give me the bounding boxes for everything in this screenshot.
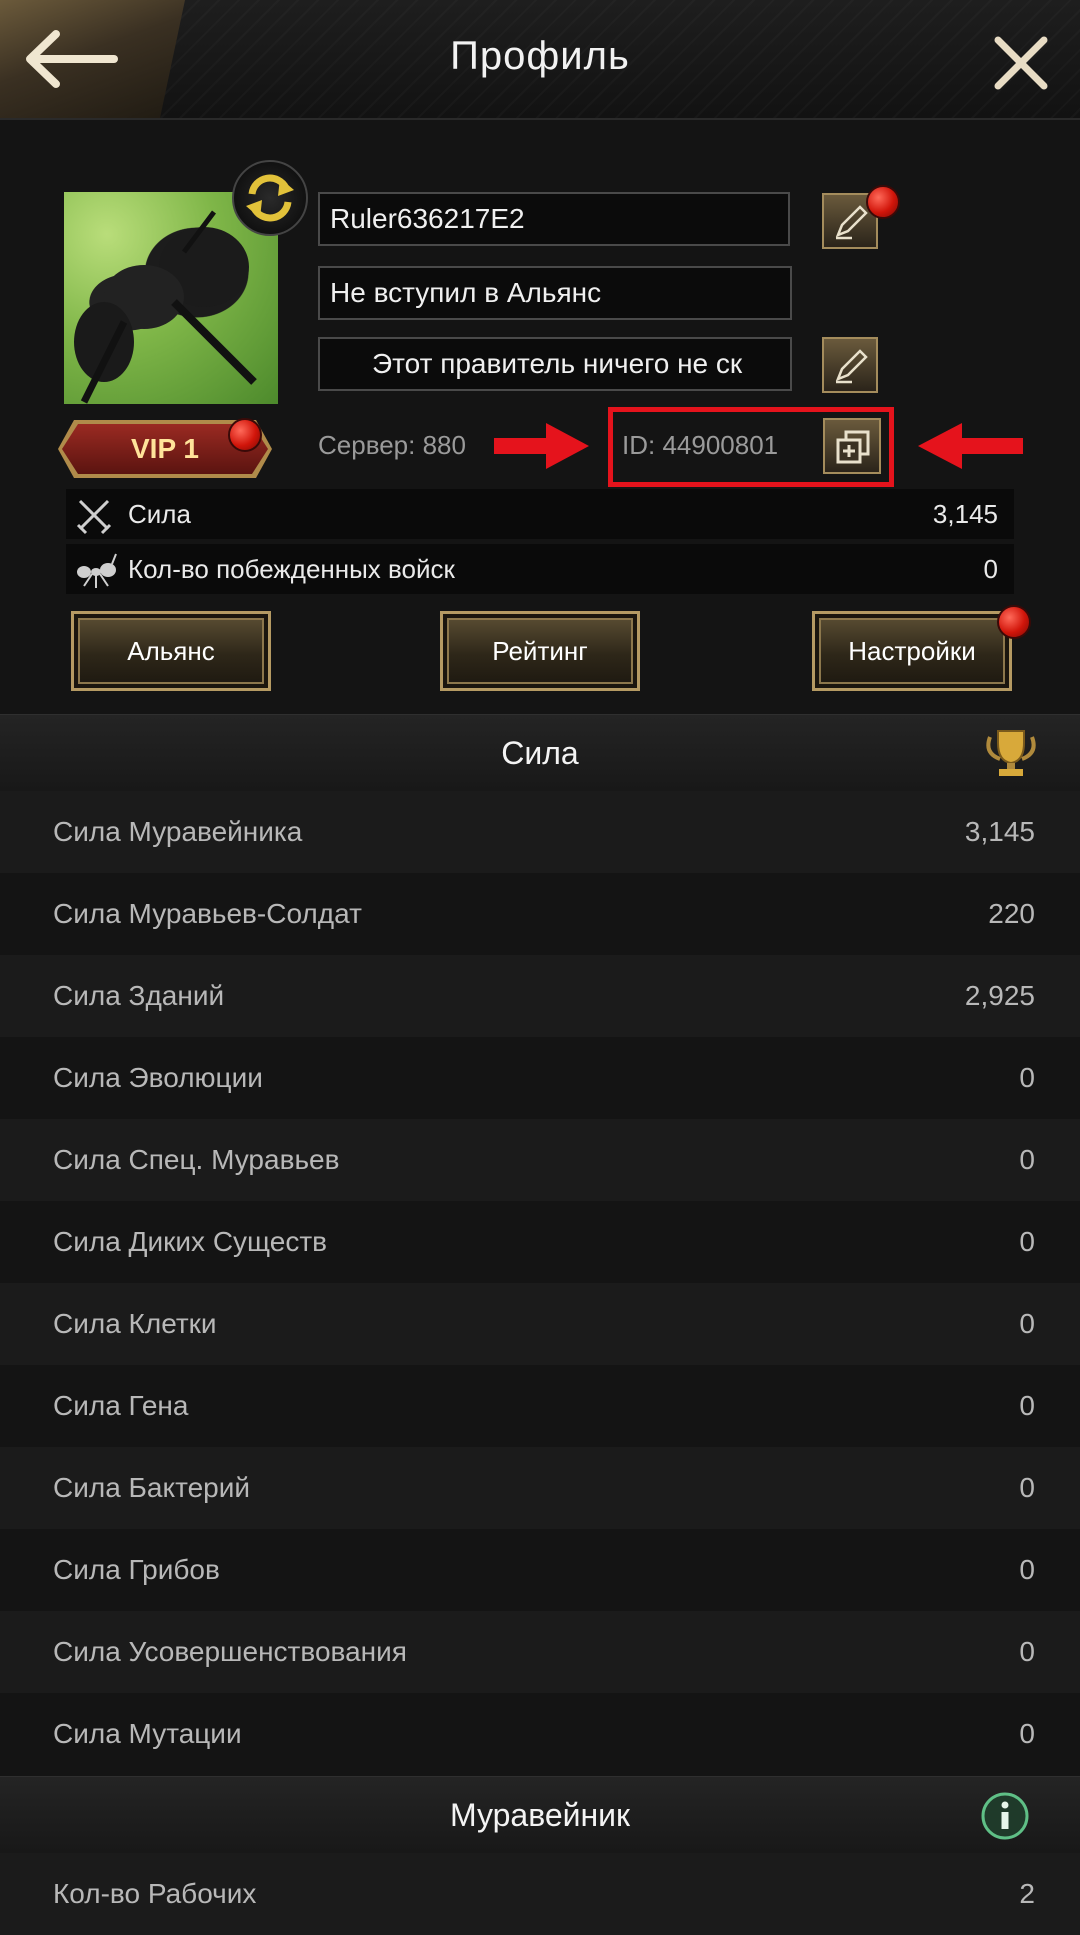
- section-title: Сила: [501, 735, 579, 771]
- row-value: 0: [1019, 1636, 1035, 1667]
- row-value: 0: [1019, 1062, 1035, 1093]
- row-label: Сила Диких Существ: [53, 1226, 328, 1257]
- anthill-section-header: Муравейник: [0, 1776, 1080, 1854]
- red-arrow-right-icon: [494, 423, 589, 469]
- row-value: 0: [1019, 1226, 1035, 1257]
- server-label: Сервер: 880: [318, 430, 466, 460]
- pen-icon: [835, 349, 868, 384]
- settings-button[interactable]: Настройки: [812, 611, 1012, 691]
- stat-value: 3,145: [932, 499, 998, 529]
- list-item: Сила Гена 0: [0, 1365, 1080, 1447]
- alliance-button[interactable]: Альянс: [71, 611, 271, 691]
- row-value: 0: [1019, 1144, 1035, 1175]
- row-label: Сила Усовершенствования: [53, 1636, 407, 1667]
- row-label: Сила Клетки: [53, 1308, 217, 1339]
- list-item: Сила Грибов 0: [0, 1529, 1080, 1611]
- crossed-swords-icon: [76, 499, 112, 535]
- copy-id-button[interactable]: [823, 418, 881, 474]
- row-value: 2,925: [964, 980, 1035, 1011]
- power-list: Сила Муравейника 3,145 Сила Муравьев-Солд…: [0, 791, 1080, 1775]
- list-item: Сила Усовершенствования 0: [0, 1611, 1080, 1693]
- top-bar: Профиль: [0, 0, 1080, 120]
- page-title: Профиль: [450, 34, 630, 78]
- row-value: 3,145: [964, 816, 1035, 847]
- list-item: Сила Зданий 2,925: [0, 955, 1080, 1037]
- ant-icon: [77, 553, 117, 588]
- notification-dot: [228, 418, 262, 452]
- row-label: Сила Мутации: [53, 1718, 242, 1749]
- copy-icon: [836, 430, 870, 464]
- row-label: Сила Грибов: [53, 1554, 220, 1585]
- red-arrow-left-icon: [918, 423, 1023, 469]
- row-value: 0: [1019, 1718, 1035, 1749]
- list-item: Кол-во Рабочих 2: [0, 1853, 1080, 1935]
- rating-button[interactable]: Рейтинг: [440, 611, 640, 691]
- row-value: 0: [1019, 1390, 1035, 1421]
- notification-dot: [997, 605, 1031, 639]
- row-value: 0: [1019, 1472, 1035, 1503]
- power-stat-row: Сила 3,145: [66, 489, 1014, 539]
- defeated-troops-stat-row: Кол-во побежденных войск 0: [66, 544, 1014, 594]
- row-label: Кол-во Рабочих: [53, 1878, 257, 1909]
- list-item: Сила Мутации 0: [0, 1693, 1080, 1775]
- change-avatar-icon[interactable]: [232, 160, 308, 236]
- anthill-list: Кол-во Рабочих 2: [0, 1853, 1080, 1935]
- list-item: Сила Эволюции 0: [0, 1037, 1080, 1119]
- row-label: Сила Гена: [53, 1390, 189, 1421]
- alliance-field: Не вступил в Альянс: [318, 266, 792, 320]
- list-item: Сила Муравьев-Солдат 220: [0, 873, 1080, 955]
- notification-dot: [866, 185, 900, 219]
- section-title: Муравейник: [449, 1797, 631, 1833]
- row-label: Сила Эволюции: [53, 1062, 263, 1093]
- player-name-field: Ruler636217E2: [318, 192, 790, 246]
- stat-label: Сила: [128, 499, 191, 529]
- row-label: Сила Зданий: [53, 980, 225, 1011]
- row-label: Сила Бактерий: [53, 1472, 250, 1503]
- motto-field: Этот правитель ничего не ск: [318, 337, 792, 391]
- stat-label: Кол-во побежденных войск: [128, 554, 455, 584]
- pen-icon: [835, 205, 868, 240]
- close-icon[interactable]: [992, 34, 1050, 92]
- player-id: ID: 44900801: [622, 430, 779, 460]
- row-label: Сила Муравейника: [53, 816, 303, 847]
- row-value: 2: [1019, 1878, 1035, 1909]
- row-label: Сила Муравьев-Солдат: [53, 898, 362, 929]
- list-item: Сила Клетки 0: [0, 1283, 1080, 1365]
- row-label: Сила Спец. Муравьев: [53, 1144, 340, 1175]
- stat-value: 0: [983, 554, 998, 584]
- edit-motto-button[interactable]: [822, 337, 878, 393]
- list-item: Сила Спец. Муравьев 0: [0, 1119, 1080, 1201]
- power-section-header: Сила: [0, 714, 1080, 792]
- list-item: Сила Диких Существ 0: [0, 1201, 1080, 1283]
- list-item: Сила Муравейника 3,145: [0, 791, 1080, 873]
- row-value: 0: [1019, 1308, 1035, 1339]
- row-value: 0: [1019, 1554, 1035, 1585]
- info-icon[interactable]: [980, 1791, 1030, 1841]
- trophy-icon[interactable]: [982, 727, 1040, 779]
- list-item: Сила Бактерий 0: [0, 1447, 1080, 1529]
- row-value: 220: [988, 898, 1035, 929]
